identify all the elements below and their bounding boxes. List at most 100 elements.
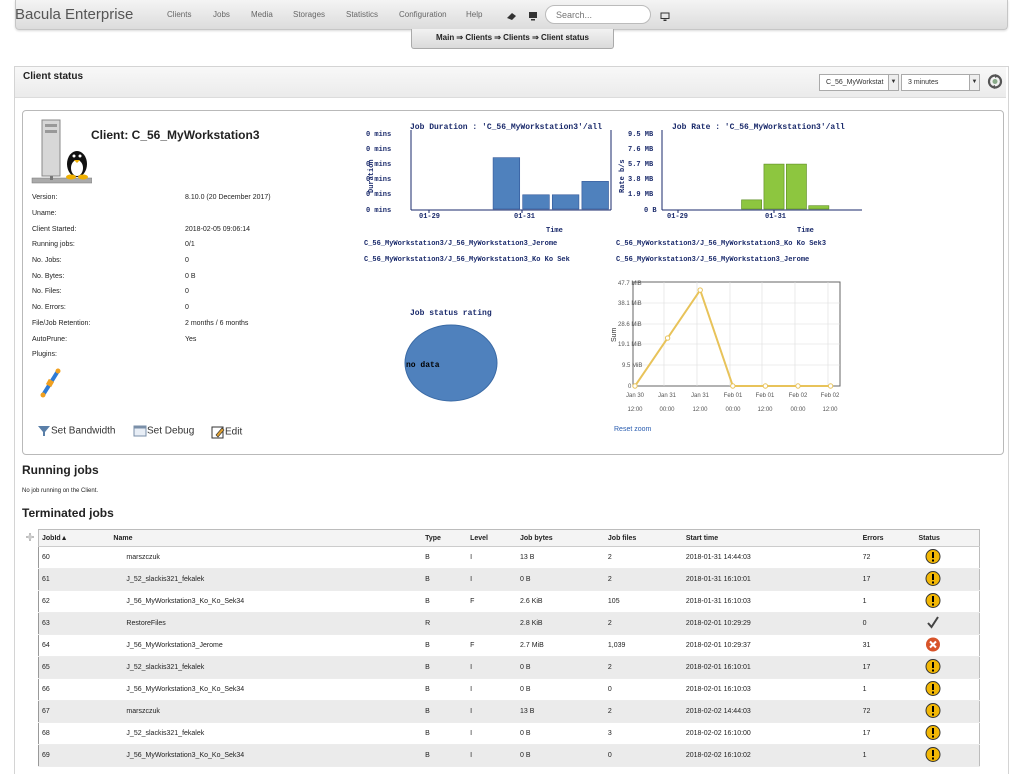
cell-job-files: 2 [604, 568, 683, 591]
cell-level: I [467, 700, 518, 723]
cell-job-bytes: 13 B [517, 700, 605, 723]
cell-job-files: 0 [604, 678, 683, 701]
eraser-icon[interactable] [506, 11, 517, 21]
table-row[interactable]: 67 marszczuk B I 13 B 2 2018-02-02 14:44:03 72 [38, 700, 980, 723]
reset-zoom-link[interactable]: Reset zoom [614, 426, 651, 433]
table-row[interactable]: 61 J_52_slackis321_fekalek B I 0 B 2 2018-01-3… [38, 568, 980, 591]
cell-status [915, 546, 980, 569]
sum-point-2[interactable] [664, 335, 671, 341]
cell-type: B [422, 722, 468, 745]
no-files-label: No. Files: [32, 288, 62, 295]
nav-help[interactable]: Help [466, 10, 482, 19]
col-level[interactable]: Level [467, 529, 518, 547]
cell-level: I [467, 678, 518, 701]
refresh-interval-select[interactable]: 3 minutes ▼ [901, 74, 980, 91]
bar-3 [522, 194, 550, 210]
col-job-bytes[interactable]: Job bytes [517, 529, 605, 547]
cell-jobid: 62 [38, 590, 111, 613]
sum-point-3[interactable] [697, 287, 703, 293]
cell-job-bytes: 0 B [517, 744, 605, 767]
running-jobs-empty: No job running on the Client. [22, 488, 99, 494]
brand-logo[interactable]: Bacula Enterprise [15, 6, 133, 23]
nav-configuration[interactable]: Configuration [399, 10, 447, 19]
table-row[interactable]: 60 marszczuk B I 13 B 2 2018-01-31 14:44:03 72 [38, 546, 980, 569]
sum-point-6[interactable] [795, 383, 801, 389]
sum-point-5[interactable] [762, 383, 769, 389]
table-row[interactable]: 64 J_56_MyWorkstation3_Jerome B F 2.7 MiB 1,0… [38, 634, 980, 657]
cell-level: I [467, 744, 518, 767]
cell-name: J_56_MyWorkstation3_Jerome [110, 634, 423, 657]
col-errors[interactable]: Errors [859, 529, 916, 547]
cell-jobid: 64 [38, 634, 111, 657]
monitor-icon[interactable] [528, 11, 538, 21]
bar-4 [551, 194, 580, 210]
job-rate-chart: Job Rate : 'C_56_MyWorkstation3'/all 9.5… [619, 123, 862, 235]
checkmark-icon [926, 616, 939, 629]
search-input[interactable] [545, 5, 651, 24]
col-job-files[interactable]: Job files [604, 529, 683, 547]
autoprune-label: AutoPrune: [32, 336, 68, 343]
nav-statistics[interactable]: Statistics [346, 10, 378, 19]
cell-start-time: 2018-01-31 14:44:03 [682, 546, 860, 569]
sum-line-chart[interactable]: 47.7 MiB 38.1 MiB 28.6 MiB 19.1 MiB 9.5 … [600, 276, 860, 428]
running-jobs-heading: Running jobs [22, 463, 99, 477]
cell-status [915, 656, 980, 679]
cell-errors: 1 [859, 744, 916, 767]
warning-icon [925, 593, 940, 608]
refresh-interval-value: 3 minutes [908, 79, 939, 86]
desktop-icon[interactable] [660, 12, 670, 22]
rate-y-tick-5: 1.9 MB [628, 191, 654, 199]
cell-name: marszczuk [110, 700, 423, 723]
nav-clients[interactable]: Clients [167, 10, 191, 19]
rate-legend-2: C_56_MyWorkstation3/J_56_MyWorkstation3_… [616, 256, 810, 264]
column-settings-icon[interactable] [25, 532, 35, 542]
col-jobid[interactable]: JobId▲ [38, 529, 111, 547]
cell-level: I [467, 546, 518, 569]
cell-type: B [422, 568, 468, 591]
cell-level [467, 612, 518, 635]
bar-5 [581, 181, 609, 210]
set-bandwidth-button[interactable]: Set Bandwidth [37, 425, 116, 439]
duration-legend-1: C_56_MyWorkstation3/J_56_MyWorkstation3_… [364, 240, 558, 248]
no-bytes-label: No. Bytes: [32, 273, 65, 280]
duration-legend-2: C_56_MyWorkstation3/J_56_MyWorkstation3_… [364, 256, 570, 264]
cell-errors: 17 [859, 722, 916, 745]
autoprune-value: Yes [185, 336, 197, 343]
nav-storages[interactable]: Storages [293, 10, 325, 19]
set-debug-button[interactable]: Set Debug [133, 425, 194, 439]
cell-name: RestoreFiles [110, 612, 423, 635]
client-select[interactable]: C_56_MyWorkstat ▼ [819, 74, 899, 91]
col-type[interactable]: Type [422, 529, 468, 547]
debug-console-icon [133, 425, 147, 437]
cell-job-files: 2 [604, 546, 683, 569]
sum-y-tick-3: 28.6 MiB [618, 322, 642, 328]
cell-errors: 1 [859, 590, 916, 613]
client-started-label: Client Started: [32, 226, 77, 233]
nav-jobs[interactable]: Jobs [213, 10, 230, 19]
rate-chart-title: Job Rate : 'C_56_MyWorkstation3'/all [672, 123, 845, 132]
cell-job-bytes: 2.6 KiB [517, 590, 605, 613]
nav-media[interactable]: Media [251, 10, 273, 19]
sum-point-4[interactable] [730, 383, 736, 389]
cell-status [915, 678, 980, 701]
cell-job-bytes: 0 B [517, 568, 605, 591]
cell-start-time: 2018-01-31 16:10:01 [682, 568, 860, 591]
col-start-time[interactable]: Start time [682, 529, 860, 547]
table-row[interactable]: 69 J_56_MyWorkstation3_Ko_Ko_Sek34 B I 0 B02… [38, 744, 980, 767]
cell-level: I [467, 656, 518, 679]
cell-name: J_56_MyWorkstation3_Ko_Ko_Sek34 [110, 744, 423, 767]
table-row[interactable]: 68 J_52_slackis321_fekalek B I 0 B 3 2018-02-0… [38, 722, 980, 745]
sum-point-1[interactable] [632, 383, 638, 389]
edit-button[interactable]: Edit [211, 425, 242, 439]
sum-x-tick-6-date: Feb 02 [789, 393, 808, 399]
sum-point-7[interactable] [827, 383, 834, 389]
col-name[interactable]: Name [110, 529, 423, 547]
table-row[interactable]: 62 J_56_MyWorkstation3_Ko_Ko_Sek34 B F 2.6 K… [38, 590, 980, 613]
warning-icon [925, 747, 940, 762]
cell-status [915, 590, 980, 613]
table-row[interactable]: 63 RestoreFiles R 2.8 KiB 2 2018-02-01 10:29:… [38, 612, 980, 635]
refresh-icon[interactable] [986, 73, 1004, 90]
table-row[interactable]: 66 J_56_MyWorkstation3_Ko_Ko_Sek34 B I 0 B02… [38, 678, 980, 701]
table-row[interactable]: 65 J_52_slackis321_fekalek B I 0 B 2 2018-02-0… [38, 656, 980, 679]
col-status[interactable]: Status [915, 529, 980, 547]
